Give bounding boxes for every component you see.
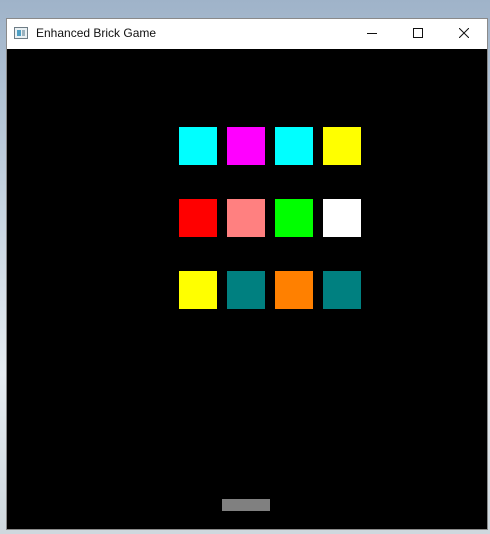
brick bbox=[179, 127, 217, 165]
brick bbox=[227, 127, 265, 165]
minimize-icon bbox=[367, 33, 377, 34]
window-title: Enhanced Brick Game bbox=[36, 26, 157, 40]
title-bar[interactable]: Enhanced Brick Game bbox=[7, 19, 487, 49]
brick bbox=[275, 127, 313, 165]
close-icon bbox=[459, 28, 469, 38]
brick bbox=[227, 271, 265, 309]
maximize-icon bbox=[413, 28, 423, 38]
brick bbox=[179, 271, 217, 309]
app-window-icon bbox=[14, 27, 28, 39]
brick bbox=[275, 199, 313, 237]
brick bbox=[275, 271, 313, 309]
brick bbox=[323, 127, 361, 165]
brick bbox=[227, 199, 265, 237]
paddle[interactable] bbox=[222, 499, 270, 511]
close-button[interactable] bbox=[441, 19, 487, 49]
minimize-button[interactable] bbox=[349, 19, 395, 49]
brick bbox=[323, 199, 361, 237]
maximize-button[interactable] bbox=[395, 19, 441, 49]
brick bbox=[323, 271, 361, 309]
game-window: Enhanced Brick Game bbox=[6, 18, 488, 530]
game-canvas[interactable] bbox=[7, 49, 487, 529]
brick bbox=[179, 199, 217, 237]
